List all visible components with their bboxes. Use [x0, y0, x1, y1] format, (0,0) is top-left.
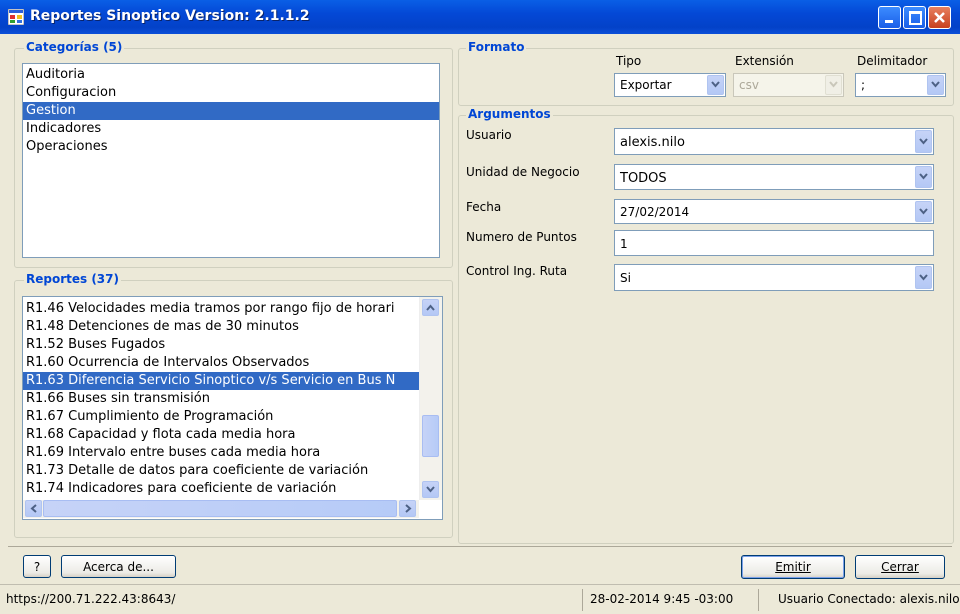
chevron-left-icon — [30, 504, 37, 513]
usuario-dropdown-button[interactable] — [915, 130, 932, 153]
help-button[interactable]: ? — [23, 555, 51, 578]
categoria-item[interactable]: Operaciones — [23, 138, 439, 156]
reporte-item[interactable]: R1.67 Cumplimiento de Programación — [23, 408, 419, 426]
emitir-button-label: Emitir — [775, 560, 811, 574]
cerrar-button-label: Cerrar — [881, 560, 919, 574]
reporte-item[interactable]: R1.66 Buses sin transmisión — [23, 390, 419, 408]
chevron-down-icon — [919, 207, 928, 215]
status-url: https://200.71.222.43:8643/ — [6, 592, 176, 606]
close-icon — [934, 12, 945, 23]
delimitador-select[interactable]: ; — [855, 73, 946, 97]
scroll-left-button[interactable] — [25, 500, 42, 517]
tipo-value: Exportar — [620, 78, 672, 92]
categorias-title: Categorías (5) — [24, 40, 125, 54]
delimitador-dropdown-button[interactable] — [927, 75, 944, 95]
control-ruta-dropdown-button[interactable] — [915, 266, 932, 289]
reporte-item[interactable]: R1.69 Intervalo entre buses cada media h… — [23, 444, 419, 462]
help-button-label: ? — [33, 560, 41, 574]
status-user: Usuario Conectado: alexis.nilo — [778, 592, 960, 606]
fecha-label: Fecha — [466, 200, 502, 214]
delimitador-value: ; — [861, 78, 866, 92]
usuario-select[interactable]: alexis.nilo — [614, 128, 934, 155]
reportes-vertical-scrollbar[interactable] — [419, 297, 442, 500]
categoria-item[interactable]: Configuracion — [23, 84, 439, 102]
scroll-thumb[interactable] — [422, 415, 439, 457]
tipo-label: Tipo — [616, 54, 642, 68]
status-divider — [582, 589, 583, 611]
extension-dropdown-button — [825, 75, 842, 95]
usuario-value: alexis.nilo — [620, 135, 685, 150]
categoria-item[interactable]: Indicadores — [23, 120, 439, 138]
reporte-item[interactable]: R1.46 Velocidades media tramos por rango… — [23, 300, 419, 318]
reportes-list[interactable]: R1.46 Velocidades media tramos por rango… — [22, 296, 443, 520]
categoria-item-selected[interactable]: Gestion — [23, 102, 439, 120]
scroll-up-button[interactable] — [422, 299, 439, 316]
reporte-item[interactable]: R1.68 Capacidad y flota cada media hora — [23, 426, 419, 444]
chevron-down-icon — [829, 81, 838, 88]
fecha-picker[interactable]: 27/02/2014 — [614, 199, 934, 224]
categoria-item[interactable]: Auditoria — [23, 66, 439, 84]
numero-puntos-input[interactable]: 1 — [614, 230, 934, 256]
unidad-negocio-dropdown-button[interactable] — [915, 166, 932, 188]
control-ruta-value: Si — [620, 271, 631, 285]
categorias-list[interactable]: Auditoria Configuracion Gestion Indicado… — [22, 63, 440, 258]
minimize-button[interactable] — [878, 6, 901, 29]
scroll-right-button[interactable] — [399, 500, 416, 517]
usuario-label: Usuario — [466, 128, 512, 142]
delimitador-label: Delimitador — [857, 54, 928, 68]
horizontal-scroll-thumb[interactable] — [43, 500, 397, 517]
scroll-down-button[interactable] — [422, 481, 439, 498]
about-button-label: Acerca de... — [83, 560, 154, 574]
extension-select: csv — [733, 73, 844, 97]
unidad-negocio-value: TODOS — [620, 171, 667, 186]
app-icon — [8, 9, 24, 25]
reporte-item[interactable]: R1.60 Ocurrencia de Intervalos Observado… — [23, 354, 419, 372]
numero-puntos-label: Numero de Puntos — [466, 230, 577, 244]
extension-label: Extensión — [735, 54, 794, 68]
close-button[interactable] — [928, 6, 951, 29]
chevron-down-icon — [426, 486, 435, 493]
tipo-dropdown-button[interactable] — [707, 75, 724, 95]
maximize-button[interactable] — [903, 6, 926, 29]
chevron-down-icon — [711, 81, 720, 88]
reportes-title: Reportes (37) — [24, 272, 121, 286]
reporte-item-selected[interactable]: R1.63 Diferencia Servicio Sinoptico v/s … — [23, 372, 419, 390]
chevron-right-icon — [405, 504, 412, 513]
control-ruta-select[interactable]: Si — [614, 264, 934, 291]
fecha-dropdown-button[interactable] — [915, 201, 932, 222]
fecha-value: 27/02/2014 — [620, 205, 690, 219]
argumentos-title: Argumentos — [466, 107, 553, 121]
numero-puntos-value: 1 — [620, 237, 628, 251]
extension-value: csv — [739, 78, 759, 92]
chevron-down-icon — [919, 137, 928, 145]
status-datetime: 28-02-2014 9:45 -03:00 — [590, 592, 734, 606]
tipo-select[interactable]: Exportar — [614, 73, 726, 97]
formato-title: Formato — [466, 40, 527, 54]
chevron-up-icon — [426, 304, 435, 311]
control-ruta-label: Control Ing. Ruta — [466, 264, 568, 278]
status-bar: https://200.71.222.43:8643/ 28-02-2014 9… — [0, 584, 960, 614]
reporte-item[interactable]: R1.52 Buses Fugados — [23, 336, 419, 354]
emitir-button[interactable]: Emitir — [741, 555, 845, 579]
reporte-item[interactable]: R1.74 Indicadores para coeficiente de va… — [23, 480, 419, 498]
chevron-down-icon — [931, 81, 940, 88]
reporte-item[interactable]: R1.48 Detenciones de mas de 30 minutos — [23, 318, 419, 336]
main-window: Reportes Sinoptico Version: 2.1.1.2 Cate… — [0, 0, 960, 614]
title-bar[interactable]: Reportes Sinoptico Version: 2.1.1.2 — [0, 0, 960, 34]
chevron-down-icon — [919, 273, 928, 281]
divider — [8, 546, 952, 547]
reportes-horizontal-scrollbar[interactable] — [23, 500, 419, 518]
status-divider — [758, 589, 759, 611]
window-title: Reportes Sinoptico Version: 2.1.1.2 — [30, 8, 310, 24]
cerrar-button[interactable]: Cerrar — [855, 555, 945, 579]
about-button[interactable]: Acerca de... — [61, 555, 176, 578]
chevron-down-icon — [919, 173, 928, 180]
unidad-negocio-select[interactable]: TODOS — [614, 164, 934, 190]
unidad-negocio-label: Unidad de Negocio — [466, 165, 580, 179]
reporte-item[interactable]: R1.73 Detalle de datos para coeficiente … — [23, 462, 419, 480]
